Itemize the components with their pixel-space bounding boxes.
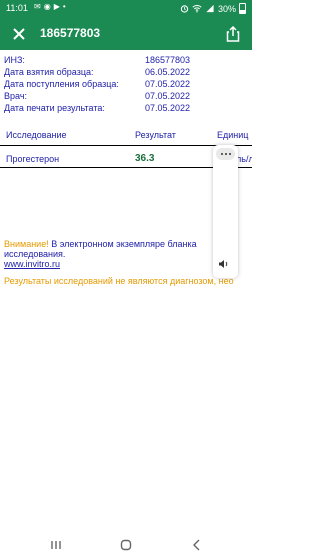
- battery-percent: 30%: [217, 3, 236, 14]
- column-header-units: Единиц: [217, 130, 249, 140]
- column-header-test: Исследование: [6, 130, 67, 140]
- more-dot: [228, 153, 231, 155]
- alarm-icon: [180, 5, 189, 13]
- recent-apps-button[interactable]: [46, 536, 66, 554]
- back-icon: [193, 539, 200, 551]
- notification-icons: ✉ ◉ ▶ •: [34, 2, 66, 11]
- recent-apps-icon: [51, 541, 61, 549]
- floating-panel: [213, 145, 238, 278]
- signal-icon: [206, 4, 214, 13]
- info-value: 07.05.2022: [145, 79, 191, 89]
- info-label: ИНЗ:: [4, 55, 25, 65]
- mail-icon: ✉: [34, 2, 41, 11]
- info-value: 07.05.2022: [145, 91, 191, 101]
- test-result: 36.3: [135, 153, 155, 164]
- notice-body-2: исследования.: [4, 249, 66, 259]
- info-label: Врач:: [4, 91, 28, 101]
- info-row-sample-date: Дата взятия образца: 06.05.2022: [4, 66, 252, 78]
- invitro-link[interactable]: www.invitro.ru: [4, 259, 60, 269]
- home-icon: [120, 539, 132, 551]
- info-row-arrival-date: Дата поступления образца: 07.05.2022: [4, 78, 252, 90]
- dot-icon: •: [62, 2, 66, 11]
- battery-icon: [239, 3, 246, 14]
- more-dot: [224, 153, 227, 155]
- info-label: Дата печати результата:: [4, 103, 105, 113]
- notice-warning: Внимание!: [4, 239, 49, 249]
- column-header-result: Результат: [135, 130, 176, 140]
- system-icons: 30%: [180, 3, 246, 14]
- info-row-inz: ИНЗ: 186577803: [4, 54, 252, 66]
- info-value: 07.05.2022: [145, 103, 191, 113]
- page-title: 186577803: [40, 26, 101, 40]
- info-row-doctor: Врач: 07.05.2022: [4, 90, 252, 102]
- status-bar: 11:01 ✉ ◉ ▶ • 30%: [0, 0, 252, 18]
- info-row-print-date: Дата печати результата: 07.05.2022: [4, 102, 252, 114]
- more-dot: [220, 153, 223, 155]
- status-time: 11:01: [6, 3, 28, 13]
- test-unit: ль/л: [236, 154, 252, 164]
- share-icon: [226, 26, 240, 42]
- wifi-icon: [192, 5, 202, 13]
- play-icon: ▶: [53, 2, 60, 11]
- share-button[interactable]: [222, 23, 244, 45]
- audio-button[interactable]: [218, 259, 230, 272]
- back-button[interactable]: [187, 536, 207, 554]
- home-button[interactable]: [116, 536, 136, 554]
- record-icon: ◉: [43, 2, 51, 11]
- notice-body: В электронном экземпляре бланка: [48, 239, 197, 249]
- info-label: Дата поступления образца:: [4, 79, 119, 89]
- navigation-bar: [0, 530, 252, 560]
- app-bar: 186577803: [0, 18, 252, 50]
- more-options-button[interactable]: [216, 148, 235, 160]
- test-name: Прогестерон: [6, 154, 60, 164]
- close-button[interactable]: [8, 23, 30, 45]
- info-value: 06.05.2022: [145, 67, 191, 77]
- info-label: Дата взятия образца:: [4, 67, 94, 77]
- speaker-icon: [219, 260, 228, 268]
- result-document[interactable]: ИНЗ: 186577803 Дата взятия образца: 06.0…: [0, 50, 252, 530]
- disclaimer-text: Результаты исследований не являются диаг…: [4, 276, 234, 286]
- info-value: 186577803: [145, 55, 191, 65]
- close-icon: [13, 28, 25, 40]
